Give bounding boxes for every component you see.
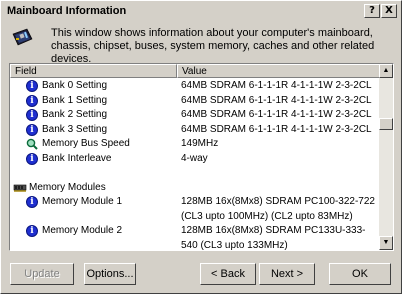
column-header-field[interactable]: Field — [10, 64, 177, 78]
row-field: Bank 0 Setting — [42, 80, 108, 91]
mainboard-info-window: Mainboard Information ? X This window sh… — [0, 0, 402, 294]
row-field: Memory Module 1 — [42, 196, 123, 207]
column-headers: Field Value — [10, 64, 380, 78]
row-field: Memory Module 2 — [42, 225, 123, 236]
row-value: (CL3 upto 100MHz) (CL2 upto 83MHz) — [181, 210, 353, 222]
description-text: This window shows information about your… — [51, 27, 375, 65]
column-header-value[interactable]: Value — [177, 64, 380, 78]
list-row[interactable]: i Bank Interleave 4-way — [10, 152, 380, 167]
title-bar: Mainboard Information ? X — [3, 3, 399, 21]
list-row[interactable]: (CL3 upto 100MHz) (CL2 upto 83MHz) — [10, 210, 380, 225]
list-row[interactable]: i Bank 0 Setting 64MB SDRAM 6-1-1-1R 4-1-1… — [10, 79, 380, 94]
row-value: 540 (CL3 upto 133MHz) — [181, 239, 288, 251]
row-value: 64MB SDRAM 6-1-1-1R 4-1-1-1W 2-3-2CL — [181, 94, 372, 106]
magnifier-icon — [26, 138, 38, 150]
help-button[interactable]: ? — [364, 4, 380, 18]
list-row[interactable]: 540 (CL3 upto 133MHz) — [10, 239, 380, 251]
scroll-down-button[interactable]: ▼ — [379, 236, 393, 250]
row-field: Memory Bus Speed — [42, 138, 130, 149]
info-icon: i — [26, 94, 38, 107]
info-icon: i — [26, 123, 38, 136]
scroll-thumb[interactable] — [379, 118, 393, 130]
info-list[interactable]: Field Value i Bank 0 Setting 64MB SDRAM 6-… — [9, 63, 394, 251]
row-value: 64MB SDRAM 6-1-1-1R 4-1-1-1W 2-3-2CL — [181, 123, 372, 135]
back-button[interactable]: < Back — [200, 263, 256, 285]
info-icon: i — [26, 109, 38, 121]
group-row[interactable]: Memory Modules — [10, 181, 380, 196]
list-row[interactable] — [10, 166, 380, 181]
row-value: 4-way — [181, 152, 208, 164]
row-value: 128MB 16x(8Mx8) SDRAM PC133U-333- — [181, 225, 366, 236]
row-field: Bank Interleave — [42, 152, 112, 164]
row-field: Bank 2 Setting — [42, 109, 108, 120]
info-icon: i — [26, 225, 38, 237]
list-row[interactable]: Memory Bus Speed 149MHz — [10, 137, 380, 152]
list-row[interactable]: i Memory Module 1 128MB 16x(8Mx8) SDRAM PC… — [10, 195, 380, 210]
window-title: Mainboard Information — [7, 5, 127, 17]
info-icon: i — [26, 152, 38, 165]
row-field: Bank 1 Setting — [42, 94, 108, 106]
row-value: 64MB SDRAM 6-1-1-1R 4-1-1-1W 2-3-2CL — [181, 80, 372, 91]
list-row[interactable]: i Bank 3 Setting 64MB SDRAM 6-1-1-1R 4-1-1… — [10, 123, 380, 138]
next-button[interactable]: Next > — [259, 263, 315, 285]
mainboard-icon — [12, 28, 33, 46]
header-area: This window shows information about your… — [1, 23, 401, 65]
scroll-up-button[interactable]: ▲ — [379, 64, 393, 78]
update-button[interactable]: Update — [10, 263, 74, 285]
options-button[interactable]: Options... — [84, 263, 136, 285]
info-icon: i — [26, 80, 38, 92]
row-field: Bank 3 Setting — [42, 123, 108, 135]
ok-button[interactable]: OK — [329, 263, 391, 285]
row-value: 64MB SDRAM 6-1-1-1R 4-1-1-1W 2-3-2CL — [181, 109, 372, 120]
vertical-scrollbar[interactable]: ▲ ▼ — [379, 64, 393, 250]
memory-module-icon — [13, 182, 27, 194]
row-value: 149MHz — [181, 138, 219, 149]
row-value: 128MB 16x(8Mx8) SDRAM PC100-322-722 — [181, 196, 375, 207]
list-row[interactable]: i Bank 1 Setting 64MB SDRAM 6-1-1-1R 4-1-1… — [10, 94, 380, 109]
info-icon: i — [26, 196, 38, 208]
list-row[interactable]: i Memory Module 2 128MB 16x(8Mx8) SDRAM PC… — [10, 224, 380, 239]
row-field: Memory Modules — [29, 181, 106, 193]
list-rows: i Bank 0 Setting 64MB SDRAM 6-1-1-1R 4-1-1… — [10, 79, 380, 251]
close-button[interactable]: X — [381, 4, 397, 18]
list-row[interactable]: i Bank 2 Setting 64MB SDRAM 6-1-1-1R 4-1-1… — [10, 108, 380, 123]
